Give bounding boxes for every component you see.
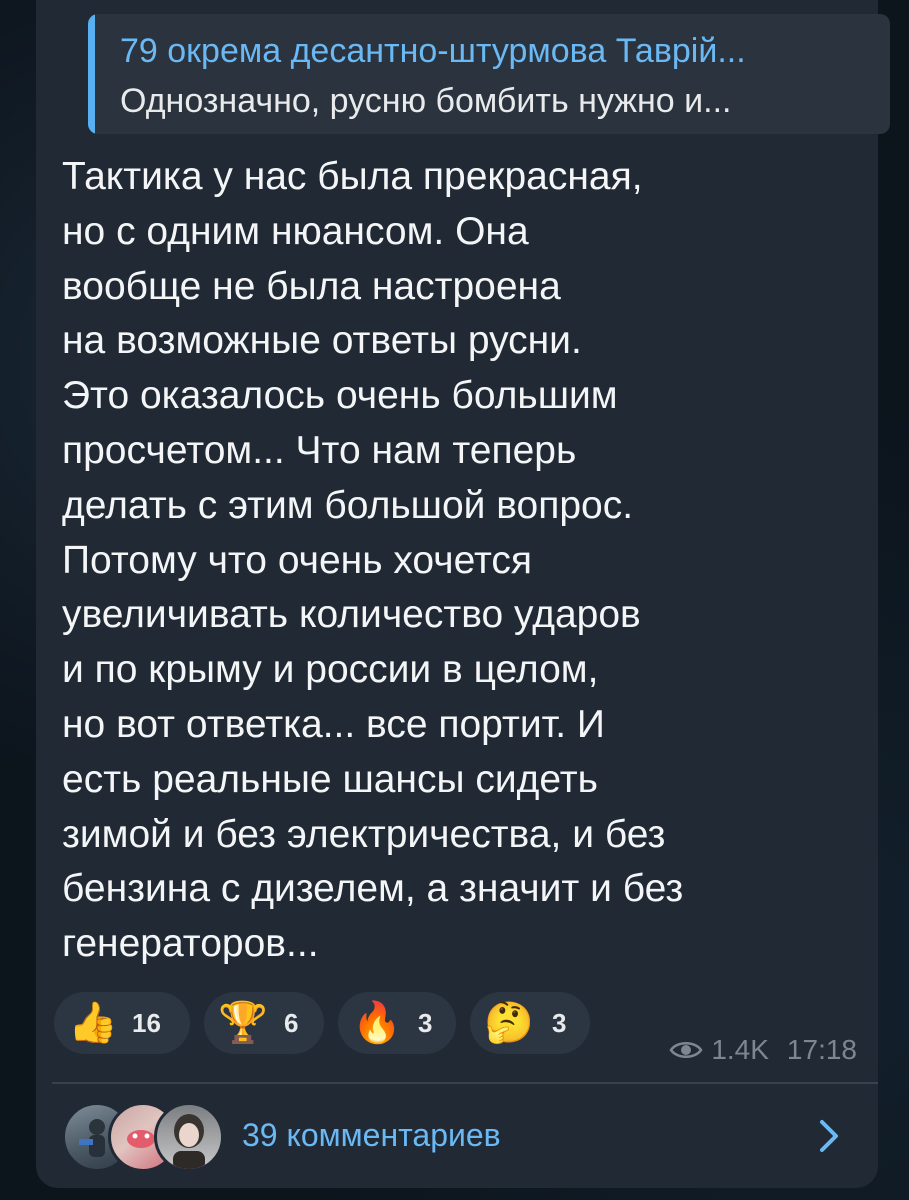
reaction-trophy[interactable]: 🏆 6 — [204, 992, 324, 1054]
message-line: Это оказалось очень большим — [62, 374, 618, 418]
reply-accent-bar — [88, 14, 95, 134]
message-line: делать с этим большой вопрос. — [62, 483, 634, 527]
message-line: Потому что очень хочется — [62, 538, 533, 582]
thinking-face-icon: 🤔 — [484, 1001, 534, 1045]
message-line: увеличивать количество ударов — [62, 593, 641, 637]
message-line: вообще не была настроена — [62, 264, 561, 308]
message-line: и по крыму и россии в целом, — [62, 648, 599, 692]
reply-author: 79 окрема десантно-штурмова Таврій... — [120, 32, 746, 70]
message-line: генераторов... — [62, 922, 319, 966]
thumbs-up-icon: 👍 — [68, 1001, 118, 1045]
trophy-icon: 🏆 — [218, 1001, 268, 1045]
avatar — [154, 1102, 224, 1172]
eye-icon — [669, 1042, 703, 1058]
divider — [52, 1082, 878, 1084]
reaction-fire[interactable]: 🔥 3 — [338, 992, 456, 1054]
message-line: зимой и без электричества, и без — [62, 812, 666, 856]
view-count: 1.4K — [711, 1034, 769, 1065]
message-line: есть реальные шансы сидеть — [62, 757, 598, 801]
message-time: 17:18 — [786, 1034, 857, 1065]
message-meta: 1.4K 17:18 — [669, 1034, 857, 1066]
message-line: просчетом... Что нам теперь — [62, 428, 577, 472]
fire-icon: 🔥 — [352, 1001, 402, 1045]
reaction-count: 3 — [418, 1008, 433, 1038]
message-line: но вот ответка... все портит. И — [62, 702, 605, 746]
reaction-count: 16 — [132, 1008, 161, 1038]
comments-link[interactable]: 39 комментариев — [242, 1117, 501, 1154]
message-line: но с одним нюансом. Она — [62, 209, 529, 253]
reaction-count: 6 — [284, 1008, 299, 1038]
message-line: бензина с дизелем, а значит и без — [62, 867, 684, 911]
reply-snippet: Однозначно, русню бомбить нужно и... — [120, 82, 732, 120]
message-line: на возможные ответы русни. — [62, 319, 582, 363]
reply-preview[interactable]: 79 окрема десантно-штурмова Таврій... Од… — [88, 14, 890, 134]
chevron-right-icon[interactable] — [814, 1116, 844, 1156]
message-line: Тактика у нас была прекрасная, — [62, 155, 643, 198]
message-text: Тактика у нас была прекрасная, но с одни… — [62, 150, 862, 972]
commenter-avatars[interactable] — [62, 1100, 224, 1172]
reaction-count: 3 — [552, 1008, 567, 1038]
reaction-thumbs-up[interactable]: 👍 16 — [54, 992, 190, 1054]
reaction-thinking[interactable]: 🤔 3 — [470, 992, 590, 1054]
